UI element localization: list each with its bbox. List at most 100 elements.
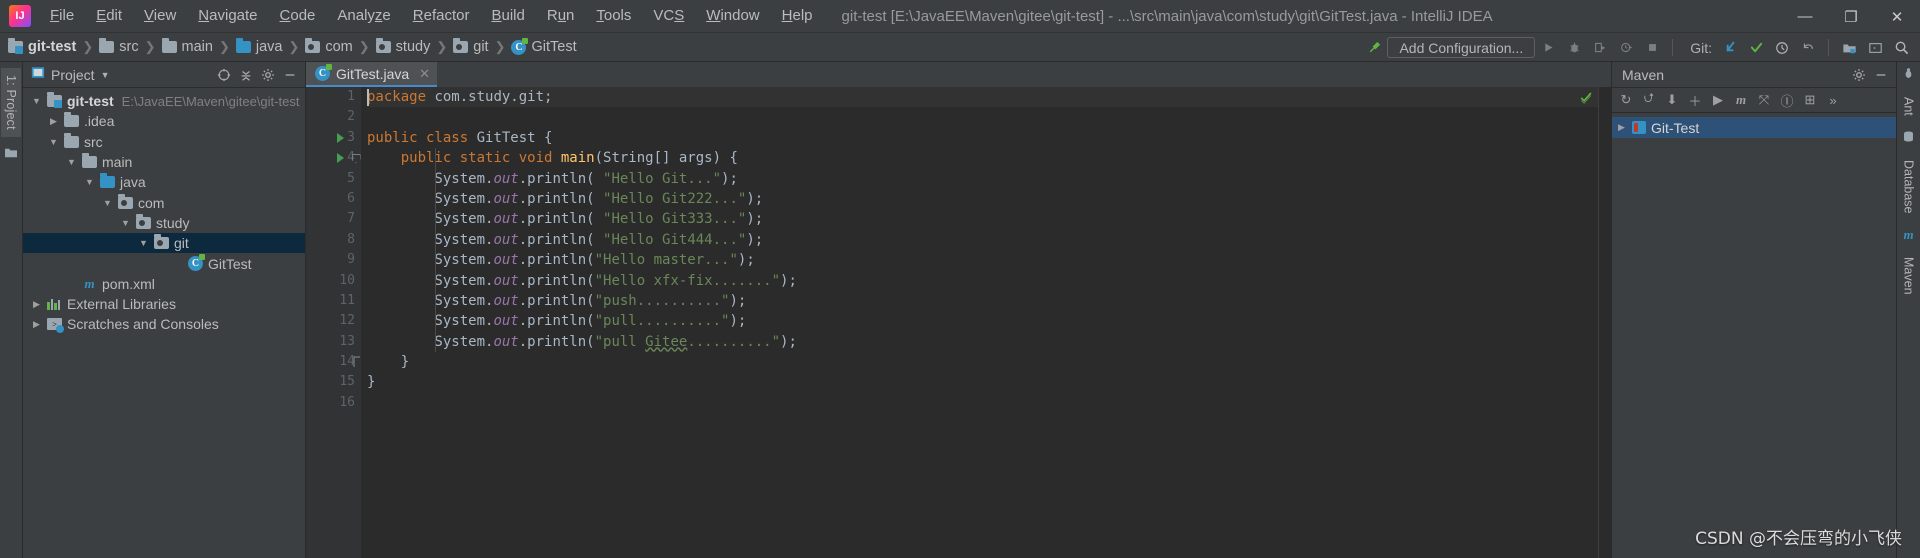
commit-icon[interactable] [1743,36,1769,60]
editor-scroll-strip[interactable] [1598,87,1611,558]
breadcrumb-item-main[interactable]: main [161,38,213,55]
inspections-ok-icon[interactable] [1580,91,1593,108]
gear-icon[interactable] [257,65,279,85]
tree-node-pom-xml[interactable]: m pom.xml [23,274,305,294]
menu-item-view[interactable]: View [133,3,187,29]
tree-node-git[interactable]: ▼ git [23,233,305,254]
tree-node-com[interactable]: ▼ com [23,192,305,212]
run-with-coverage-icon[interactable] [1587,36,1613,60]
menu-item-tools[interactable]: Tools [585,3,642,29]
project-structure-icon[interactable] [1836,36,1862,60]
tree-node-main[interactable]: ▼ main [23,152,305,172]
toggle-skip-tests-icon[interactable]: Ⓘ [1776,90,1798,111]
close-button[interactable]: ✕ [1874,0,1920,33]
editor-gutter[interactable]: 1 2 3 4 5 6 7 8 9 10 11 12 13 14 15 16 [306,87,361,558]
update-project-icon[interactable] [1717,36,1743,60]
chevron-down-icon[interactable]: ▼ [84,177,95,187]
execute-maven-goal-icon[interactable]: m [1730,90,1752,111]
tree-node-src[interactable]: ▼ src [23,132,305,152]
menu-item-analyze[interactable]: Analyze [326,3,401,29]
breadcrumb-item-src[interactable]: src [99,38,139,55]
chevron-down-icon[interactable]: ▼ [102,198,113,208]
more-icon[interactable]: » [1822,90,1844,111]
generate-sources-icon[interactable]: ⮍ [1638,90,1660,111]
history-icon[interactable] [1769,36,1795,60]
rollback-icon[interactable] [1795,36,1821,60]
chevron-down-icon[interactable]: ▼ [101,70,110,80]
hide-icon[interactable] [1870,65,1892,85]
search-everywhere-icon[interactable] [1888,36,1914,60]
breadcrumb-item-study[interactable]: study [375,38,430,55]
chevron-down-icon[interactable]: ▼ [66,157,77,167]
run-method-gutter-icon[interactable] [333,148,347,168]
menu-item-code[interactable]: Code [269,3,327,29]
java-class-icon: C [511,37,529,55]
hammer-icon[interactable] [1361,36,1387,60]
maximize-button[interactable]: ❐ [1828,0,1874,33]
code-content[interactable]: package com.study.git; public class GitT… [361,87,1598,558]
hide-icon[interactable] [279,65,301,85]
show-diagram-icon[interactable]: ⊞ [1799,90,1821,111]
stop-icon[interactable] [1639,36,1665,60]
terminal-icon[interactable] [1862,36,1888,60]
gear-icon[interactable] [1848,65,1870,85]
breadcrumb-item-java[interactable]: java [235,38,282,55]
chevron-right-icon[interactable]: ▶ [31,319,42,330]
run-icon[interactable] [1535,36,1561,60]
ant-icon[interactable] [1902,67,1915,83]
breadcrumb-item-com[interactable]: com [305,38,353,55]
sidebar-item-project-tab[interactable]: 1: Project [1,68,21,137]
chevron-down-icon[interactable]: ▼ [138,238,149,248]
tree-node-git-test[interactable]: ▼ git-test E:\JavaEE\Maven\gitee\git-tes… [23,91,305,111]
tool-tab-database[interactable]: Database [1899,156,1919,218]
menu-item-refactor[interactable]: Refactor [402,3,481,29]
tool-tab-maven[interactable]: Maven [1899,253,1919,299]
menu-item-window[interactable]: Window [695,3,770,29]
collapse-all-icon[interactable] [235,65,257,85]
line-number: 1 [347,89,355,104]
breadcrumb-item-git[interactable]: git [453,38,489,55]
toggle-offline-mode-icon[interactable]: ⤧ [1753,90,1775,111]
run-class-gutter-icon[interactable] [333,128,347,148]
tree-node-scratches-and-consoles[interactable]: ▶ > Scratches and Consoles [23,314,305,334]
menu-item-vcs[interactable]: VCS [642,3,695,29]
structure-icon[interactable] [4,146,18,164]
menu-item-navigate[interactable]: Navigate [187,3,268,29]
chevron-right-icon[interactable]: ▶ [48,116,59,127]
tree-node-external-libraries[interactable]: ▶ External Libraries [23,294,305,314]
editor-body[interactable]: 1 2 3 4 5 6 7 8 9 10 11 12 13 14 15 16 p… [306,87,1611,558]
chevron-down-icon[interactable]: ▼ [48,137,59,147]
run-maven-build-icon[interactable]: ▶ [1707,90,1729,111]
maven-project-node-git-test[interactable]: ▶ Git-Test [1612,117,1896,138]
breadcrumb-item-gittest[interactable]: C GitTest [511,37,577,55]
minimize-button[interactable]: — [1782,0,1828,33]
close-icon[interactable]: ✕ [419,66,430,82]
chevron-right-icon[interactable]: ▶ [31,299,42,310]
tree-node-label: java [120,174,146,191]
download-sources-icon[interactable]: ⬇ [1661,90,1683,111]
reload-all-maven-projects-icon[interactable]: ↻ [1615,90,1637,111]
menu-item-run[interactable]: Run [536,3,586,29]
menu-item-build[interactable]: Build [480,3,535,29]
tree-node-java[interactable]: ▼ java [23,172,305,192]
add-maven-project-icon[interactable]: ＋ [1684,90,1706,111]
scroll-from-source-icon[interactable] [213,65,235,85]
tree-node-study[interactable]: ▼ study [23,213,305,233]
chevron-down-icon[interactable]: ▼ [31,96,42,106]
tool-tab-ant[interactable]: Ant [1899,93,1919,120]
chevron-right-icon[interactable]: ▶ [1616,122,1627,133]
add-configuration-button[interactable]: Add Configuration... [1387,37,1536,58]
menu-item-help[interactable]: Help [771,3,824,29]
tree-node-idea[interactable]: ▶ .idea [23,111,305,131]
breadcrumb-item-git-test[interactable]: git-test [8,38,76,55]
maven-icon[interactable]: m [1903,227,1913,243]
project-panel-title[interactable]: Project ▼ [51,67,110,83]
menu-item-edit[interactable]: Edit [85,3,133,29]
menu-item-file[interactable]: File [39,3,85,29]
chevron-down-icon[interactable]: ▼ [120,218,131,228]
database-icon[interactable] [1902,130,1915,146]
editor-tab-gittest-java[interactable]: C GitTest.java ✕ [306,62,438,87]
debug-icon[interactable] [1561,36,1587,60]
tree-node-gittest[interactable]: C GitTest [23,253,305,273]
profiler-icon[interactable] [1613,36,1639,60]
